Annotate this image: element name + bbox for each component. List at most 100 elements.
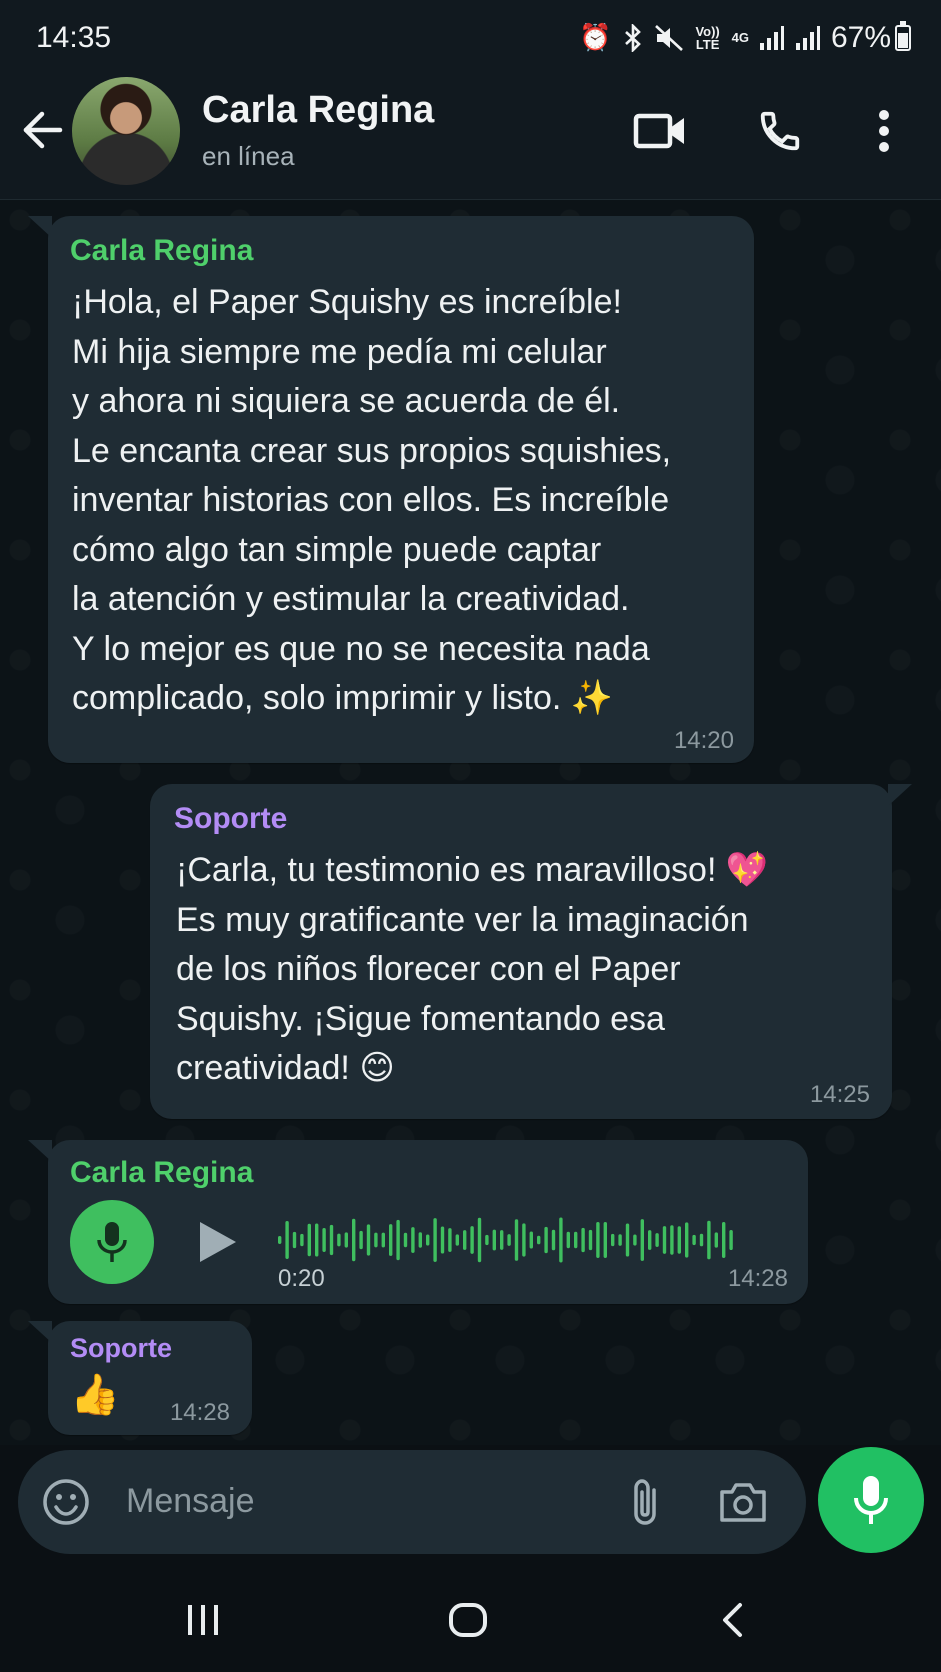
waveform-bar	[337, 1233, 341, 1247]
waveform-bar	[485, 1234, 489, 1246]
status-bar: 14:35 ⏰ Vo)) LTE 4G 67%	[0, 0, 941, 75]
message-input[interactable]: Mensaje	[126, 1482, 255, 1521]
avatar[interactable]	[72, 77, 180, 185]
waveform-bar	[329, 1224, 334, 1256]
waveform-bar	[463, 1230, 467, 1250]
waveform-bar	[603, 1222, 607, 1258]
nav-back-button[interactable]	[707, 1595, 757, 1645]
more-options-button[interactable]	[856, 103, 912, 159]
record-voice-button[interactable]	[818, 1447, 924, 1553]
waveform-bar	[714, 1232, 718, 1248]
recent-apps-button[interactable]	[178, 1595, 228, 1645]
waveform-bar	[292, 1231, 297, 1249]
message-time: 14:25	[809, 1081, 870, 1108]
message-bubble-outgoing[interactable]: Soporte ¡Carla, tu testimonio es maravil…	[150, 784, 912, 1119]
waveform-bar	[544, 1226, 548, 1254]
waveform-bar	[566, 1231, 570, 1249]
message-sender: Carla Regina	[70, 1156, 254, 1189]
message-sender: Soporte	[70, 1333, 173, 1363]
home-icon	[449, 1603, 487, 1637]
microphone-icon	[854, 1476, 888, 1524]
waveform-bar	[307, 1223, 311, 1257]
voice-waveform[interactable]	[278, 1210, 738, 1270]
contact-status: en línea	[202, 141, 295, 171]
waveform-bar	[522, 1223, 526, 1257]
message-text: ¡Carla, tu testimonio es maravilloso! 💖 …	[176, 851, 769, 1087]
waveform-bar	[707, 1220, 711, 1260]
play-button[interactable]	[198, 1220, 238, 1264]
waveform-bar	[381, 1232, 385, 1248]
volte-label: Vo)) LTE	[695, 23, 720, 52]
waveform-bar	[662, 1226, 667, 1254]
battery-fill	[898, 32, 908, 48]
waveform-bar	[648, 1230, 652, 1250]
waveform-bar	[278, 1236, 282, 1244]
contact-name[interactable]: Carla Regina	[202, 89, 434, 132]
waveform-bar	[403, 1232, 408, 1248]
waveform-bar	[514, 1219, 519, 1261]
waveform-bar	[448, 1228, 452, 1252]
waveform-bar	[440, 1226, 445, 1254]
message-list[interactable]: Carla Regina ¡Hola, el Paper Squishy es …	[0, 200, 941, 1445]
waveform-bar	[537, 1235, 541, 1245]
waveform-bar	[322, 1227, 326, 1253]
emoji-button[interactable]	[42, 1478, 90, 1526]
waveform-bar	[655, 1233, 659, 1247]
waveform-bar	[551, 1229, 556, 1251]
waveform-bar	[692, 1234, 696, 1246]
waveform-bar	[670, 1225, 674, 1255]
message-bubble-incoming[interactable]: Soporte 👍 14:28	[28, 1321, 252, 1435]
network-type-label: 4G	[731, 30, 749, 45]
waveform-bar	[418, 1232, 422, 1248]
battery-indicator: 67%	[830, 20, 911, 55]
waveform-bar	[559, 1217, 563, 1263]
waveform-bar	[618, 1234, 622, 1246]
voice-duration: 0:20	[278, 1265, 325, 1292]
message-bubble-incoming[interactable]: Carla Regina ¡Hola, el Paper Squishy es …	[28, 216, 754, 763]
waveform-bar	[611, 1233, 615, 1247]
back-button[interactable]	[18, 105, 68, 155]
more-vertical-icon	[879, 110, 889, 152]
video-call-button[interactable]	[632, 103, 688, 159]
waveform-bar	[699, 1233, 704, 1247]
paperclip-icon	[634, 1479, 656, 1525]
message-time: 14:28	[727, 1265, 788, 1292]
play-icon	[200, 1222, 236, 1262]
waveform-bar	[433, 1218, 437, 1262]
message-text: 👍	[70, 1373, 120, 1417]
waveform-bar	[588, 1229, 593, 1251]
waveform-bar	[285, 1221, 289, 1259]
voice-call-button[interactable]	[752, 103, 808, 159]
message-sender: Soporte	[174, 802, 288, 835]
message-time: 14:20	[673, 727, 734, 754]
waveform-bar	[477, 1217, 482, 1263]
mute-icon	[654, 24, 683, 51]
battery-percent: 67%	[830, 20, 891, 54]
home-button[interactable]	[443, 1595, 493, 1645]
waveform-bar	[366, 1224, 371, 1256]
signal-icon	[795, 25, 820, 50]
phone-icon	[760, 111, 800, 151]
waveform-bar	[574, 1231, 578, 1249]
system-nav-bar	[0, 1565, 941, 1672]
waveform-bar	[507, 1234, 511, 1246]
camera-icon	[720, 1483, 766, 1522]
bluetooth-icon	[624, 23, 641, 52]
waveform-bar	[722, 1222, 726, 1258]
waveform-bar	[359, 1230, 363, 1250]
voice-note-avatar	[70, 1200, 154, 1284]
voice-message-bubble[interactable]: Carla Regina 0:20 14:28	[28, 1140, 808, 1304]
status-time: 14:35	[36, 20, 112, 54]
chevron-left-icon	[723, 1603, 742, 1637]
waveform-bar	[411, 1227, 415, 1253]
waveform-bar	[426, 1234, 430, 1246]
chat-header: Carla Regina en línea	[0, 75, 941, 200]
waveform-bar	[344, 1232, 348, 1248]
message-composer: Mensaje	[18, 1450, 806, 1554]
waveform-bar	[374, 1232, 378, 1248]
recent-apps-icon	[188, 1605, 218, 1635]
status-icons: ⏰ Vo)) LTE 4G 67%	[579, 20, 911, 55]
attach-button[interactable]	[628, 1476, 668, 1530]
waveform-bar	[315, 1223, 319, 1257]
camera-button[interactable]	[718, 1480, 768, 1526]
